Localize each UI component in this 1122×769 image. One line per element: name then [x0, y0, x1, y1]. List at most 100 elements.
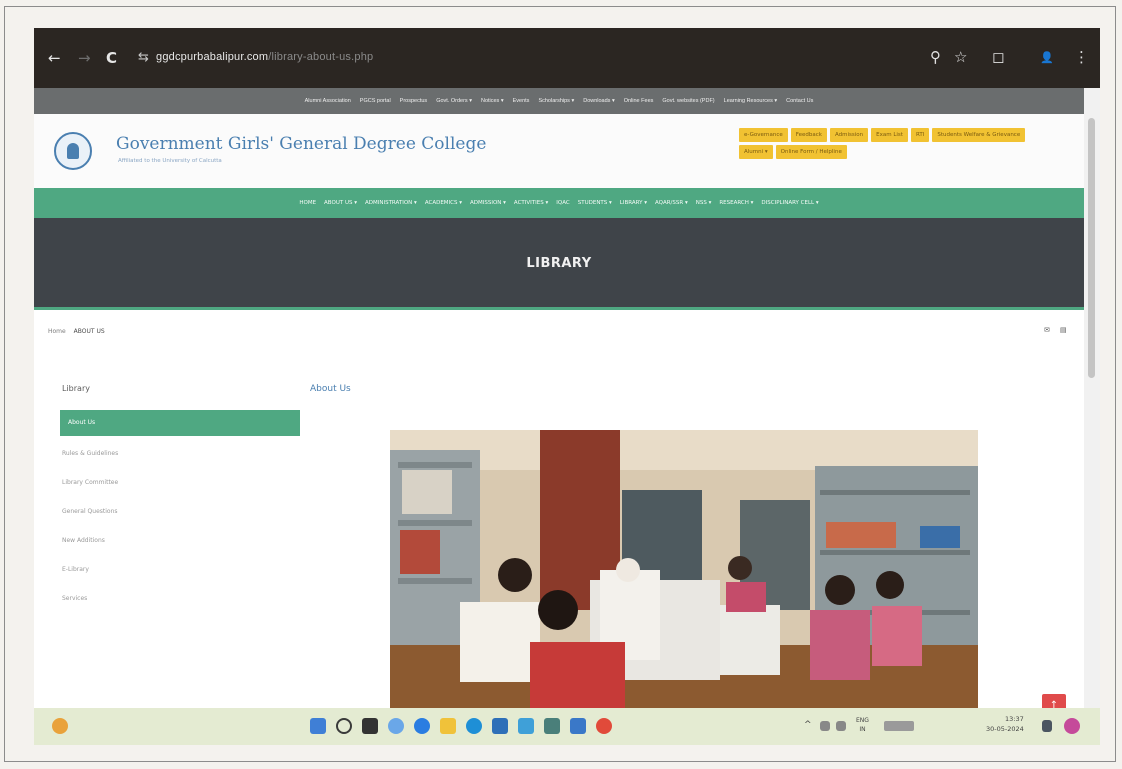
- top-link[interactable]: Alumni Association: [305, 98, 351, 104]
- sidebar-heading: Library: [62, 384, 90, 393]
- address-bar[interactable]: ggdcpurbabalipur.com/library-about-us.ph…: [156, 51, 373, 63]
- share-print-icon[interactable]: ▤: [1060, 326, 1067, 334]
- top-link[interactable]: Downloads ▾: [583, 98, 615, 104]
- college-name[interactable]: Government Girls' General Degree College: [116, 134, 486, 154]
- tray-icon[interactable]: [836, 721, 846, 731]
- start-icon[interactable]: [310, 718, 326, 734]
- nav-item-library[interactable]: LIBRARY ▾: [620, 200, 647, 206]
- url-path: /library-about-us.php: [268, 51, 374, 63]
- tray-icon[interactable]: [820, 721, 830, 731]
- main-navigation: HOME ABOUT US ▾ ADMINISTRATION ▾ ACADEMI…: [34, 188, 1084, 218]
- page-title: LIBRARY: [526, 256, 592, 271]
- notification-bell-icon[interactable]: [1042, 720, 1052, 732]
- app-icon[interactable]: [570, 718, 586, 734]
- clock[interactable]: 13:37 30-05-2024: [986, 714, 1024, 734]
- back-button[interactable]: ←: [48, 50, 61, 66]
- weather-icon[interactable]: [52, 718, 68, 734]
- sidebar-item[interactable]: General Questions: [62, 508, 118, 537]
- quick-button[interactable]: Online Form / Helpline: [775, 145, 847, 159]
- quick-button[interactable]: Feedback: [790, 128, 827, 142]
- breadcrumb-home[interactable]: Home: [48, 328, 66, 335]
- top-link[interactable]: Events: [513, 98, 530, 104]
- extensions-icon[interactable]: ◻: [992, 48, 1004, 66]
- college-subtitle: Affiliated to the University of Calcutta: [118, 158, 222, 164]
- nav-item-aqar[interactable]: AQAR/SSR ▾: [655, 200, 688, 206]
- scroll-to-top-button[interactable]: ↑: [1042, 694, 1066, 708]
- header-quick-buttons: e-Governance Feedback Admission Exam Lis…: [739, 128, 1039, 159]
- nav-item-about[interactable]: ABOUT US ▾: [324, 200, 357, 206]
- nav-item-administration[interactable]: ADMINISTRATION ▾: [365, 200, 417, 206]
- breadcrumb: Home ABOUT US: [48, 328, 105, 335]
- nav-item-home[interactable]: HOME: [299, 200, 316, 206]
- url-host: ggdcpurbabalipur.com: [156, 51, 269, 63]
- copilot-icon[interactable]: [1064, 718, 1080, 734]
- page-viewport: Alumni Association PGCS portal Prospectu…: [34, 88, 1084, 708]
- top-link[interactable]: Govt. websites (PDF): [662, 98, 714, 104]
- browser-menu-icon[interactable]: ⋮: [1074, 48, 1089, 66]
- sidebar-item[interactable]: Rules & Guidelines: [62, 450, 118, 479]
- site-header: Government Girls' General Degree College…: [34, 114, 1084, 188]
- top-link[interactable]: Scholarships ▾: [538, 98, 574, 104]
- forward-button[interactable]: →: [78, 50, 91, 66]
- language-indicator[interactable]: ENG IN: [856, 716, 869, 734]
- top-links-bar: Alumni Association PGCS portal Prospectu…: [34, 88, 1084, 114]
- scrollbar-thumb[interactable]: [1088, 118, 1095, 378]
- app-icon[interactable]: [518, 718, 534, 734]
- top-link[interactable]: Learning Resources ▾: [724, 98, 778, 104]
- edge-icon[interactable]: [466, 718, 482, 734]
- page-scrollbar[interactable]: [1084, 88, 1100, 708]
- top-link[interactable]: Contact Us: [786, 98, 813, 104]
- store-icon[interactable]: [492, 718, 508, 734]
- share-mail-icon[interactable]: ✉: [1044, 326, 1050, 334]
- quick-button[interactable]: Students Welfare & Grievance: [932, 128, 1026, 142]
- nav-item-disciplinary[interactable]: DISCIPLINARY CELL ▾: [761, 200, 818, 206]
- top-link[interactable]: Online Fees: [624, 98, 654, 104]
- sidebar-menu: Rules & Guidelines Library Committee Gen…: [62, 450, 118, 624]
- quick-button[interactable]: Exam List: [871, 128, 908, 142]
- quick-button[interactable]: Admission: [829, 128, 869, 142]
- sidebar-item[interactable]: E-Library: [62, 566, 118, 595]
- task-view-icon[interactable]: [362, 718, 378, 734]
- clock-time: 13:37: [1005, 715, 1024, 723]
- top-link[interactable]: Notices ▾: [481, 98, 504, 104]
- search-taskbar-icon[interactable]: [336, 718, 352, 734]
- sidebar-item-about-us[interactable]: About Us: [60, 410, 300, 436]
- nav-item-research[interactable]: RESEARCH ▾: [719, 200, 753, 206]
- clock-date: 30-05-2024: [986, 725, 1024, 733]
- nav-item-nss[interactable]: NSS ▾: [696, 200, 712, 206]
- browser-window: ← → C ⇆ ggdcpurbabalipur.com/library-abo…: [34, 28, 1100, 745]
- library-photo: [390, 430, 978, 708]
- page-banner: LIBRARY: [34, 218, 1084, 310]
- college-logo[interactable]: [54, 132, 92, 170]
- top-link[interactable]: PGCS portal: [360, 98, 391, 104]
- bookmark-star-icon[interactable]: ☆: [954, 48, 967, 66]
- top-link[interactable]: Govt. Orders ▾: [436, 98, 472, 104]
- browser-toolbar: ← → C ⇆ ggdcpurbabalipur.com/library-abo…: [34, 28, 1100, 88]
- chat-icon[interactable]: [414, 718, 430, 734]
- language-region: IN: [859, 726, 866, 733]
- taskbar: ^ ENG IN 13:37 30-05-2024: [34, 708, 1100, 745]
- chrome-icon[interactable]: [596, 718, 612, 734]
- nav-item-students[interactable]: STUDENTS ▾: [578, 200, 612, 206]
- search-icon[interactable]: ⚲: [930, 48, 941, 66]
- profile-icon[interactable]: 👤: [1040, 51, 1054, 64]
- quick-button[interactable]: Alumni ▾: [739, 145, 773, 159]
- sidebar-item[interactable]: Library Committee: [62, 479, 118, 508]
- sidebar-item[interactable]: New Additions: [62, 537, 118, 566]
- quick-button[interactable]: e-Governance: [739, 128, 788, 142]
- file-explorer-icon[interactable]: [440, 718, 456, 734]
- nav-item-iqac[interactable]: IQAC: [556, 200, 569, 206]
- site-info-icon[interactable]: ⇆: [138, 50, 149, 65]
- section-heading: About Us: [310, 384, 351, 394]
- app-icon[interactable]: [544, 718, 560, 734]
- top-link[interactable]: Prospectus: [400, 98, 428, 104]
- network-volume-battery-icons[interactable]: [884, 721, 914, 731]
- quick-button[interactable]: RTI: [910, 128, 930, 142]
- widgets-icon[interactable]: [388, 718, 404, 734]
- nav-item-admission[interactable]: ADMISSION ▾: [470, 200, 506, 206]
- reload-button[interactable]: C: [106, 50, 117, 66]
- tray-overflow-icon[interactable]: ^: [804, 720, 812, 730]
- sidebar-item[interactable]: Services: [62, 595, 118, 624]
- nav-item-activities[interactable]: ACTIVITIES ▾: [514, 200, 548, 206]
- nav-item-academics[interactable]: ACADEMICS ▾: [425, 200, 462, 206]
